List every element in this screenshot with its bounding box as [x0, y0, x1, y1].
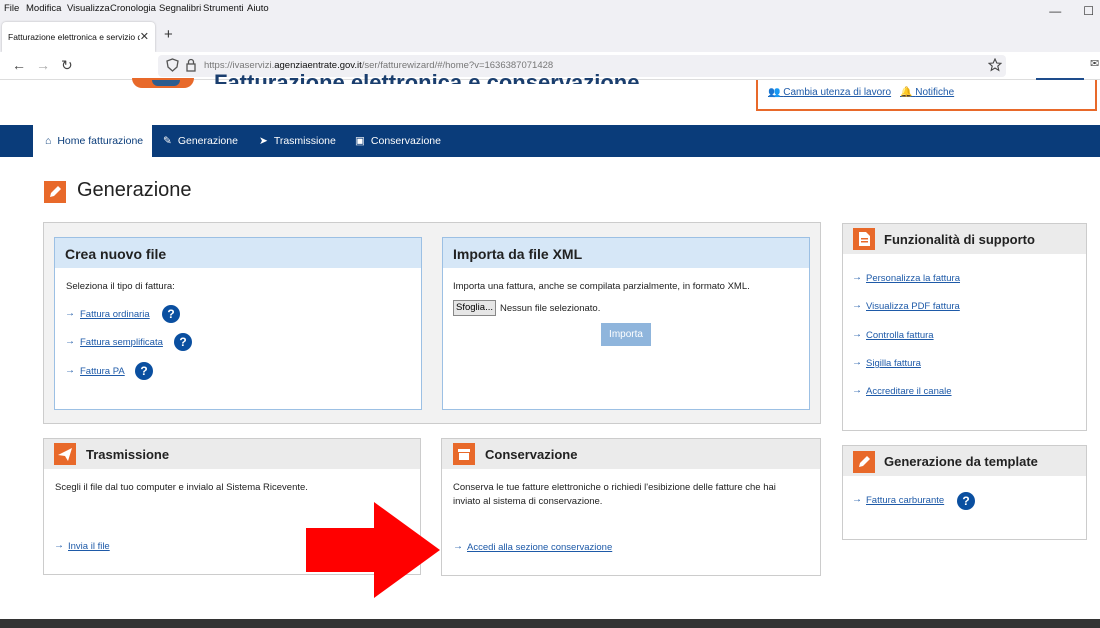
arrow-icon: → — [852, 357, 862, 368]
send-icon — [54, 443, 76, 465]
supporto-card — [842, 223, 1087, 431]
crea-nuovo-file-card: Crea nuovo file — [54, 237, 422, 410]
users-icon: 👥 — [768, 87, 781, 98]
arrow-icon: → — [65, 336, 75, 347]
invia-file-link[interactable]: Invia il file — [68, 541, 110, 552]
supporto-title: Funzionalità di supporto — [884, 232, 1035, 247]
red-arrow-annotation — [306, 502, 440, 598]
menu-cronologia[interactable]: Cronologia — [110, 3, 156, 14]
crea-title: Crea nuovo file — [55, 238, 421, 268]
help-icon[interactable]: ? — [162, 305, 180, 323]
arrow-icon: → — [852, 272, 862, 283]
bookmark-star-icon[interactable] — [988, 58, 1002, 72]
help-icon[interactable]: ? — [957, 492, 975, 510]
lock-icon[interactable] — [185, 58, 197, 72]
archive-icon: ▣ — [355, 135, 365, 147]
help-icon[interactable]: ? — [135, 362, 153, 380]
fattura-pa-link[interactable]: Fattura PA — [80, 366, 125, 377]
template-title: Generazione da template — [884, 454, 1038, 469]
personalizza-link[interactable]: Personalizza la fattura — [866, 273, 960, 284]
menu-strumenti[interactable]: Strumenti — [203, 3, 244, 14]
user-box: 👥 Cambia utenza di lavoro 🔔 Notifiche — [756, 78, 1097, 111]
importa-title: Importa da file XML — [443, 238, 809, 268]
conservazione-title: Conservazione — [485, 447, 578, 462]
minimize-icon[interactable]: — — [1049, 4, 1061, 18]
new-tab-icon[interactable]: + — [164, 26, 173, 43]
menu-visualizza[interactable]: Visualizza — [67, 3, 110, 14]
accedi-conservazione-link[interactable]: Accedi alla sezione conservazione — [467, 542, 612, 553]
tab-title: Fatturazione elettronica e servizio di — [8, 32, 140, 42]
trasmissione-title: Trasmissione — [86, 447, 170, 462]
visualizza-pdf-link[interactable]: Visualizza PDF fattura — [866, 301, 960, 312]
tab-bar: Fatturazione elettronica e servizio di ✕… — [0, 18, 1100, 52]
arrow-icon: → — [852, 329, 862, 340]
menu-aiuto[interactable]: Aiuto — [247, 3, 269, 14]
nav-conservazione[interactable]: ▣ Conservazione — [355, 125, 441, 157]
fattura-semplificata-link[interactable]: Fattura semplificata — [80, 337, 163, 348]
pencil-icon — [853, 451, 875, 473]
pencil-icon — [44, 181, 66, 203]
arrow-icon: → — [852, 300, 862, 311]
archive-icon — [453, 443, 475, 465]
home-icon: ⌂ — [45, 135, 52, 147]
no-file-text: Nessun file selezionato. — [500, 303, 601, 314]
document-icon — [853, 228, 875, 250]
user-box-bar — [1036, 78, 1084, 80]
forward-icon[interactable]: → — [36, 57, 50, 73]
nav-home-fatturazione[interactable]: ⌂ Home fatturazione — [33, 125, 152, 157]
fattura-ordinaria-link[interactable]: Fattura ordinaria — [80, 309, 150, 320]
arrow-icon: → — [65, 365, 75, 376]
menu-segnalibri[interactable]: Segnalibri — [159, 3, 201, 14]
pocket-icon[interactable]: ✉ — [1090, 57, 1099, 70]
controlla-link[interactable]: Controlla fattura — [866, 330, 934, 341]
window-controls: — ☐ — [1049, 4, 1094, 18]
maximize-icon[interactable]: ☐ — [1083, 4, 1094, 18]
arrow-icon: → — [852, 385, 862, 396]
nav-trasmissione[interactable]: ➤ Trasmissione — [259, 125, 336, 157]
accreditare-link[interactable]: Accreditare il canale — [866, 386, 952, 397]
close-tab-icon[interactable]: ✕ — [140, 30, 149, 43]
conservazione-desc-2: inviato al sistema di conservazione. — [453, 496, 603, 507]
browse-button[interactable]: Sfoglia... — [453, 300, 496, 316]
main-nav: ⌂ Home fatturazione ✎ Generazione ➤ Trasmis… — [0, 125, 1100, 157]
page-title: Generazione — [77, 179, 192, 201]
notifiche-link[interactable]: 🔔 Notifiche — [900, 87, 954, 98]
back-icon[interactable]: ← — [12, 57, 26, 73]
conservazione-desc-1: Conserva le tue fatture elettroniche o r… — [453, 482, 776, 493]
arrow-icon: → — [453, 541, 463, 552]
nav-generazione[interactable]: ✎ Generazione — [163, 125, 238, 157]
cambia-utenza-link[interactable]: 👥 Cambia utenza di lavoro — [768, 87, 891, 98]
site-title: Fatturazione elettronica e conservazione — [214, 70, 640, 84]
help-icon[interactable]: ? — [174, 333, 192, 351]
footer-bar — [0, 619, 1100, 628]
importa-desc: Importa una fattura, anche se compilata … — [453, 281, 750, 292]
fattura-carburante-link[interactable]: Fattura carburante — [866, 495, 944, 506]
reload-icon[interactable]: ↻ — [61, 57, 73, 74]
menu-bar: File Modifica Visualizza Cronologia Segn… — [0, 0, 1100, 18]
crea-desc: Seleziona il tipo di fattura: — [66, 281, 175, 292]
shield-icon[interactable] — [166, 58, 179, 72]
importa-button[interactable]: Importa — [601, 323, 651, 346]
sigilla-link[interactable]: Sigilla fattura — [866, 358, 921, 369]
pencil-icon: ✎ — [163, 135, 172, 147]
arrow-icon: → — [65, 308, 75, 319]
browser-tab[interactable]: Fatturazione elettronica e servizio di ✕ — [2, 22, 155, 52]
bell-icon: 🔔 — [900, 87, 913, 98]
menu-modifica[interactable]: Modifica — [26, 3, 61, 14]
logo-detail — [152, 80, 180, 86]
arrow-icon: → — [852, 494, 862, 505]
trasmissione-desc: Scegli il file dal tuo computer e invial… — [55, 482, 308, 493]
arrow-icon: → — [54, 540, 64, 551]
send-icon: ➤ — [259, 135, 268, 147]
menu-file[interactable]: File — [4, 3, 19, 14]
